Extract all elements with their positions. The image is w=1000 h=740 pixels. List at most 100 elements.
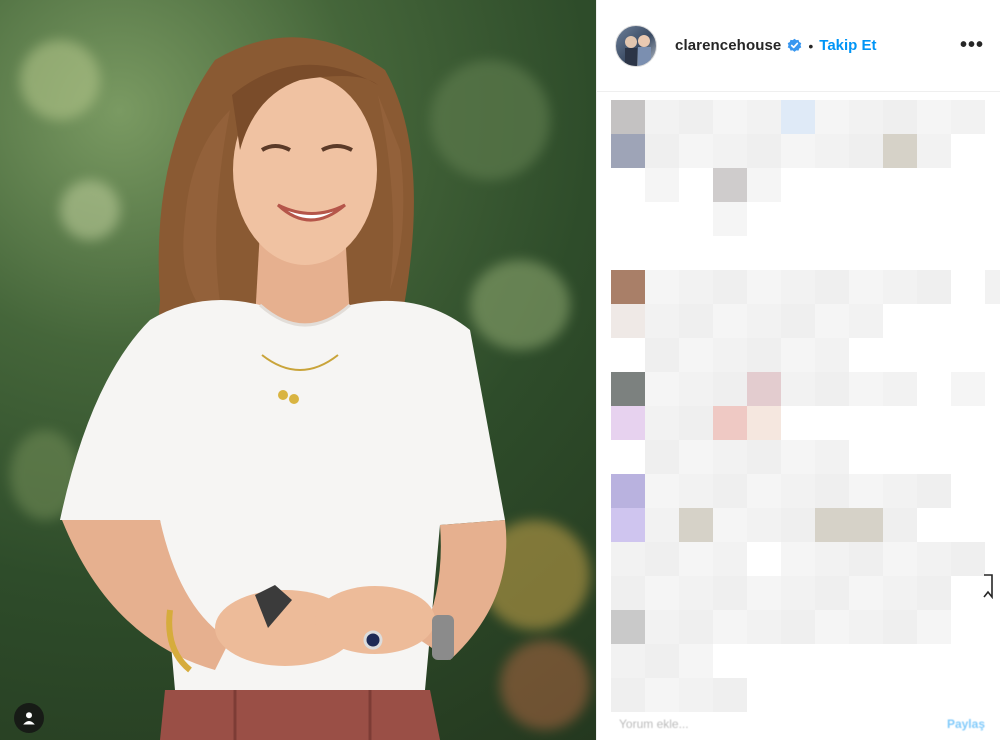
mosaic-block <box>645 372 679 406</box>
mosaic-block <box>645 508 679 542</box>
mosaic-block <box>849 542 883 576</box>
person-illustration <box>60 37 507 740</box>
mosaic-block <box>781 134 815 168</box>
mosaic-block <box>883 508 917 542</box>
mosaic-block <box>815 304 849 338</box>
share-button[interactable]: Paylaş <box>947 717 985 731</box>
mosaic-block <box>679 610 713 644</box>
mosaic-block <box>849 270 883 304</box>
mosaic-block <box>679 338 713 372</box>
mosaic-block <box>611 100 645 134</box>
mosaic-block <box>815 338 849 372</box>
mosaic-block <box>679 304 713 338</box>
mosaic-block <box>679 542 713 576</box>
mosaic-block <box>713 202 747 236</box>
mosaic-block <box>883 474 917 508</box>
mosaic-block <box>781 338 815 372</box>
mosaic-block <box>951 372 985 406</box>
bookmark-icon[interactable] <box>982 573 994 599</box>
mosaic-block <box>645 270 679 304</box>
avatar-image <box>625 34 651 66</box>
mosaic-block <box>747 100 781 134</box>
mosaic-block <box>917 474 951 508</box>
mosaic-block <box>815 610 849 644</box>
mosaic-block <box>951 100 985 134</box>
mosaic-block <box>713 440 747 474</box>
mosaic-block <box>849 304 883 338</box>
mosaic-block <box>645 678 679 712</box>
mosaic-block <box>713 610 747 644</box>
mosaic-block <box>713 304 747 338</box>
mosaic-block <box>611 134 645 168</box>
mosaic-block <box>781 610 815 644</box>
more-options-icon[interactable]: ••• <box>960 34 984 57</box>
user-tag-button[interactable] <box>14 703 44 733</box>
mosaic-block <box>781 508 815 542</box>
mosaic-block <box>645 406 679 440</box>
mosaic-block <box>611 542 645 576</box>
mosaic-block <box>679 678 713 712</box>
username-link[interactable]: clarencehouse <box>675 37 781 54</box>
mosaic-block <box>645 644 679 678</box>
mosaic-block <box>747 338 781 372</box>
mosaic-block <box>679 474 713 508</box>
mosaic-block <box>679 270 713 304</box>
mosaic-block <box>883 372 917 406</box>
mosaic-block <box>849 610 883 644</box>
mosaic-block <box>815 270 849 304</box>
post-header: clarencehouse • Takip Et ••• <box>597 0 1000 92</box>
mosaic-block <box>781 270 815 304</box>
mosaic-block <box>713 134 747 168</box>
mosaic-block <box>883 100 917 134</box>
mosaic-block <box>645 134 679 168</box>
mosaic-block <box>645 168 679 202</box>
mosaic-block <box>679 508 713 542</box>
mosaic-block <box>713 474 747 508</box>
mosaic-block <box>645 542 679 576</box>
mosaic-block <box>781 542 815 576</box>
mosaic-block <box>815 372 849 406</box>
mosaic-block <box>815 508 849 542</box>
mosaic-block <box>713 168 747 202</box>
mosaic-block <box>747 270 781 304</box>
mosaic-block <box>917 610 951 644</box>
mosaic-block <box>713 542 747 576</box>
mosaic-block <box>781 304 815 338</box>
mosaic-block <box>917 134 951 168</box>
mosaic-block <box>815 576 849 610</box>
mosaic-block <box>713 576 747 610</box>
mosaic-block <box>713 338 747 372</box>
mosaic-block <box>917 100 951 134</box>
mosaic-block <box>679 134 713 168</box>
mosaic-block <box>645 338 679 372</box>
mosaic-block <box>611 304 645 338</box>
mosaic-block <box>645 610 679 644</box>
mosaic-block <box>611 270 645 304</box>
avatar[interactable] <box>615 24 657 67</box>
mosaic-block <box>645 100 679 134</box>
mosaic-block <box>917 270 951 304</box>
mosaic-block <box>611 372 645 406</box>
mosaic-block <box>747 576 781 610</box>
mosaic-block <box>713 270 747 304</box>
comment-input[interactable]: Yorum ekle... <box>619 717 689 731</box>
mosaic-block <box>815 134 849 168</box>
verified-badge-icon <box>788 38 802 52</box>
mosaic-block <box>611 644 645 678</box>
mosaic-block <box>713 406 747 440</box>
follow-button[interactable]: Takip Et <box>819 37 876 54</box>
mosaic-block <box>815 100 849 134</box>
post-image[interactable] <box>0 0 596 740</box>
mosaic-block <box>713 100 747 134</box>
mosaic-block <box>645 474 679 508</box>
mosaic-block <box>985 270 1000 304</box>
mosaic-block <box>679 440 713 474</box>
mosaic-block <box>747 134 781 168</box>
mosaic-block <box>611 508 645 542</box>
pixelated-comments <box>611 100 1000 712</box>
mosaic-block <box>747 372 781 406</box>
mosaic-block <box>951 542 985 576</box>
mosaic-block <box>849 576 883 610</box>
separator-dot: • <box>808 37 814 54</box>
mosaic-block <box>883 576 917 610</box>
